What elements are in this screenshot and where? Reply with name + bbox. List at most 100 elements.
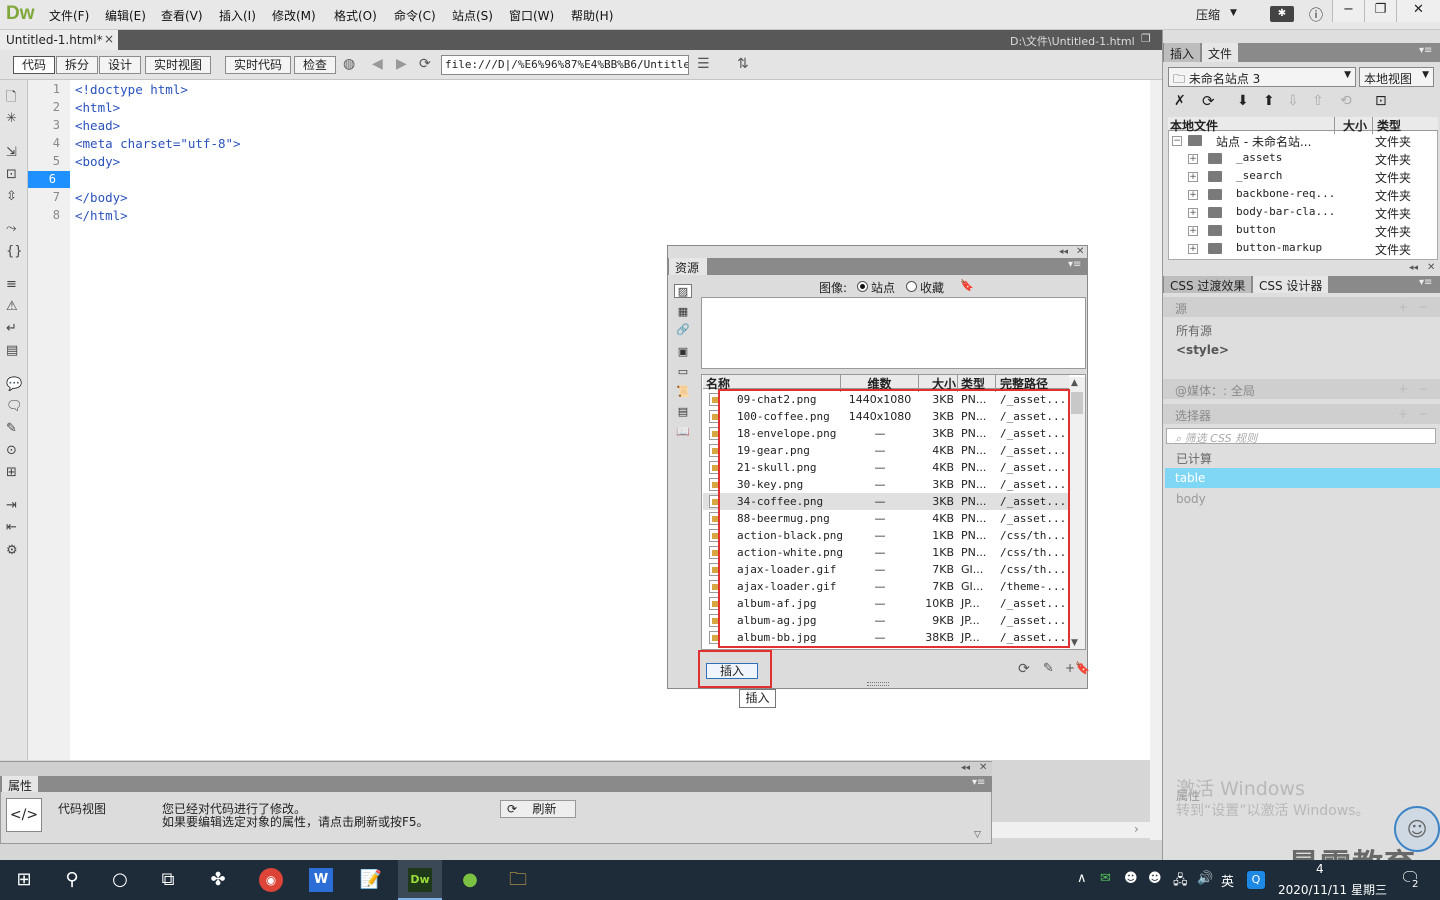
menu-format[interactable]: 格式(O)	[334, 7, 377, 24]
menu-commands[interactable]: 命令(C)	[394, 7, 436, 24]
view-options-icon[interactable]: ☰	[697, 56, 710, 72]
expand-all-icon[interactable]: ⇳	[6, 189, 17, 204]
volume-icon[interactable]: 🔊	[1197, 871, 1213, 886]
address-input[interactable]: file:///D|/%E6%96%87%E4%BB%B6/Untitled	[441, 55, 689, 75]
column-header[interactable]: 本地文件	[1170, 117, 1218, 134]
workspace-switcher[interactable]: 压缩	[1196, 6, 1220, 23]
close-icon[interactable]: ✕	[1076, 246, 1084, 257]
remove-icon[interactable]: −	[1418, 300, 1428, 314]
add-icon[interactable]: +	[1398, 407, 1408, 421]
file-tree-item[interactable]: + button-markup 文件夹	[1168, 241, 1438, 259]
live-view-button[interactable]: 实时视图	[145, 56, 211, 74]
wechat-icon[interactable]: ✉	[1100, 871, 1111, 886]
collapse-panel-icon[interactable]: ◂◂	[961, 763, 970, 773]
outdent-code-icon[interactable]: ⇤	[6, 520, 17, 535]
network-icon[interactable]: 🖧	[1173, 871, 1188, 893]
menu-view[interactable]: 查看(V)	[161, 7, 203, 24]
chevron-down-icon[interactable]: ▼	[1230, 8, 1237, 18]
menu-file[interactable]: 文件(F)	[49, 7, 89, 24]
word-icon[interactable]: W	[309, 868, 333, 892]
code-view-button[interactable]: 代码	[13, 56, 55, 74]
check-out-icon[interactable]: ⇩	[1287, 93, 1299, 109]
panel-menu-icon[interactable]: ▾≡	[1419, 45, 1432, 56]
minimize-button[interactable]: −	[1332, 0, 1364, 22]
code-line[interactable]: <html>	[75, 100, 120, 115]
pinwheel-app-icon[interactable]: ✤	[204, 866, 232, 894]
expand-icon[interactable]: +	[1188, 172, 1198, 182]
check-in-icon[interactable]: ⇧	[1312, 93, 1324, 109]
menu-help[interactable]: 帮助(H)	[571, 7, 613, 24]
colors-icon[interactable]: ▦	[674, 305, 692, 319]
css-selector-item[interactable]: body	[1176, 492, 1206, 506]
code-line[interactable]: <!doctype html>	[75, 82, 188, 97]
remove-comment-icon[interactable]: 🗨	[6, 399, 23, 414]
bookmark-icon[interactable]: 🔖	[960, 279, 974, 292]
code-line[interactable]: </body>	[75, 190, 128, 205]
scrollbar-thumb[interactable]	[1071, 392, 1083, 414]
restore-button[interactable]: ❐	[1364, 0, 1396, 22]
highlight-invalid-code-icon[interactable]: ⚠	[6, 299, 18, 314]
notepad-icon[interactable]: 📝	[357, 866, 385, 894]
tab-files[interactable]: 文件	[1202, 43, 1239, 62]
move-css-icon[interactable]: ⊞	[6, 465, 17, 480]
editor-horizontal-scrollbar[interactable]	[992, 822, 1150, 838]
file-tree-item[interactable]: + button 文件夹	[1168, 223, 1438, 241]
file-tree-item[interactable]: + _search 文件夹	[1168, 169, 1438, 187]
line-numbers-icon[interactable]: ≡	[6, 277, 17, 292]
images-icon[interactable]: ▨	[674, 284, 692, 298]
file-transfer-icon[interactable]: ⇅	[737, 56, 749, 72]
code-line[interactable]: <meta charset="utf-8">	[75, 136, 241, 151]
expand-icon[interactable]: +	[1188, 154, 1198, 164]
expand-icon[interactable]: +	[1188, 190, 1198, 200]
menu-insert[interactable]: 插入(I)	[219, 7, 256, 24]
recent-snippets-icon[interactable]: ⊙	[6, 443, 17, 458]
editor-vertical-scrollbar[interactable]	[1150, 80, 1162, 840]
css-selector-selected[interactable]: table	[1165, 468, 1440, 488]
menu-modify[interactable]: 修改(M)	[272, 7, 316, 24]
view-select[interactable]: 本地视图 ▼	[1359, 67, 1434, 87]
asset-list-scrollbar[interactable]	[1069, 377, 1085, 649]
collapse-panel-icon[interactable]: ◂◂	[1409, 263, 1418, 273]
file-tree-item[interactable]: + backbone-req... 文件夹	[1168, 187, 1438, 205]
live-code-button[interactable]: 实时代码	[225, 56, 291, 74]
css-filter-input[interactable]: ⌕ 筛选 CSS 规则	[1166, 428, 1436, 445]
close-icon[interactable]: ✕	[979, 762, 987, 773]
collapse-selection-icon[interactable]: ⊡	[6, 167, 17, 182]
input-method-indicator[interactable]: 英	[1221, 871, 1234, 890]
scroll-down-icon[interactable]: ▼	[1071, 638, 1078, 648]
back-arrow-icon[interactable]: ◀	[372, 56, 383, 72]
expand-icon[interactable]: +	[1188, 244, 1198, 254]
collapse-icon[interactable]: −	[1172, 136, 1182, 146]
close-icon[interactable]: ✕	[1427, 262, 1435, 273]
clock-date[interactable]: 2020/11/11 星期三	[1278, 881, 1387, 898]
scroll-right-icon[interactable]: ›	[1134, 822, 1139, 836]
windows-start-icon[interactable]: ⊞	[10, 866, 38, 894]
scroll-up-icon[interactable]: ▲	[1071, 378, 1078, 388]
column-header[interactable]: 类型	[1372, 117, 1401, 134]
insert-button[interactable]: 插入	[706, 663, 758, 679]
word-wrap-icon[interactable]: ↵	[6, 321, 17, 336]
melon-app-icon[interactable]: ●	[456, 866, 484, 894]
put-files-icon[interactable]: ⬆	[1263, 93, 1275, 109]
expand-panel-icon[interactable]: ⊡	[1375, 93, 1387, 109]
qq-icon[interactable]: ☻	[1124, 871, 1138, 886]
menu-edit[interactable]: 编辑(E)	[105, 7, 146, 24]
format-source-icon[interactable]: ⚙	[6, 543, 18, 558]
search-icon[interactable]: ⚲	[58, 866, 86, 894]
chrome-icon[interactable]: ◉	[259, 868, 283, 892]
file-tree-item[interactable]: + _assets 文件夹	[1168, 151, 1438, 169]
site-radio-label[interactable]: 站点	[871, 279, 895, 296]
panel-menu-icon[interactable]: ▾≡	[972, 777, 985, 788]
templates-icon[interactable]: ▤	[674, 405, 692, 419]
balance-braces-icon[interactable]: {}	[6, 244, 23, 259]
panel-menu-icon[interactable]: ▾≡	[1068, 259, 1081, 270]
forward-arrow-icon[interactable]: ▶	[396, 56, 407, 72]
tab-css-designer[interactable]: CSS 设计器	[1253, 276, 1329, 293]
open-documents-icon[interactable]: 🗋	[6, 88, 16, 110]
css-source-item[interactable]: <style>	[1176, 343, 1229, 357]
site-select[interactable]: 🗀 未命名站点 3 ▼	[1168, 67, 1356, 87]
refresh-button[interactable]: ⟳ 刷新	[500, 800, 576, 818]
refresh-icon[interactable]: ⟳	[419, 56, 431, 72]
media-icon[interactable]: ▣	[674, 345, 692, 359]
file-tree-item[interactable]: + body-bar-cla... 文件夹	[1168, 205, 1438, 223]
